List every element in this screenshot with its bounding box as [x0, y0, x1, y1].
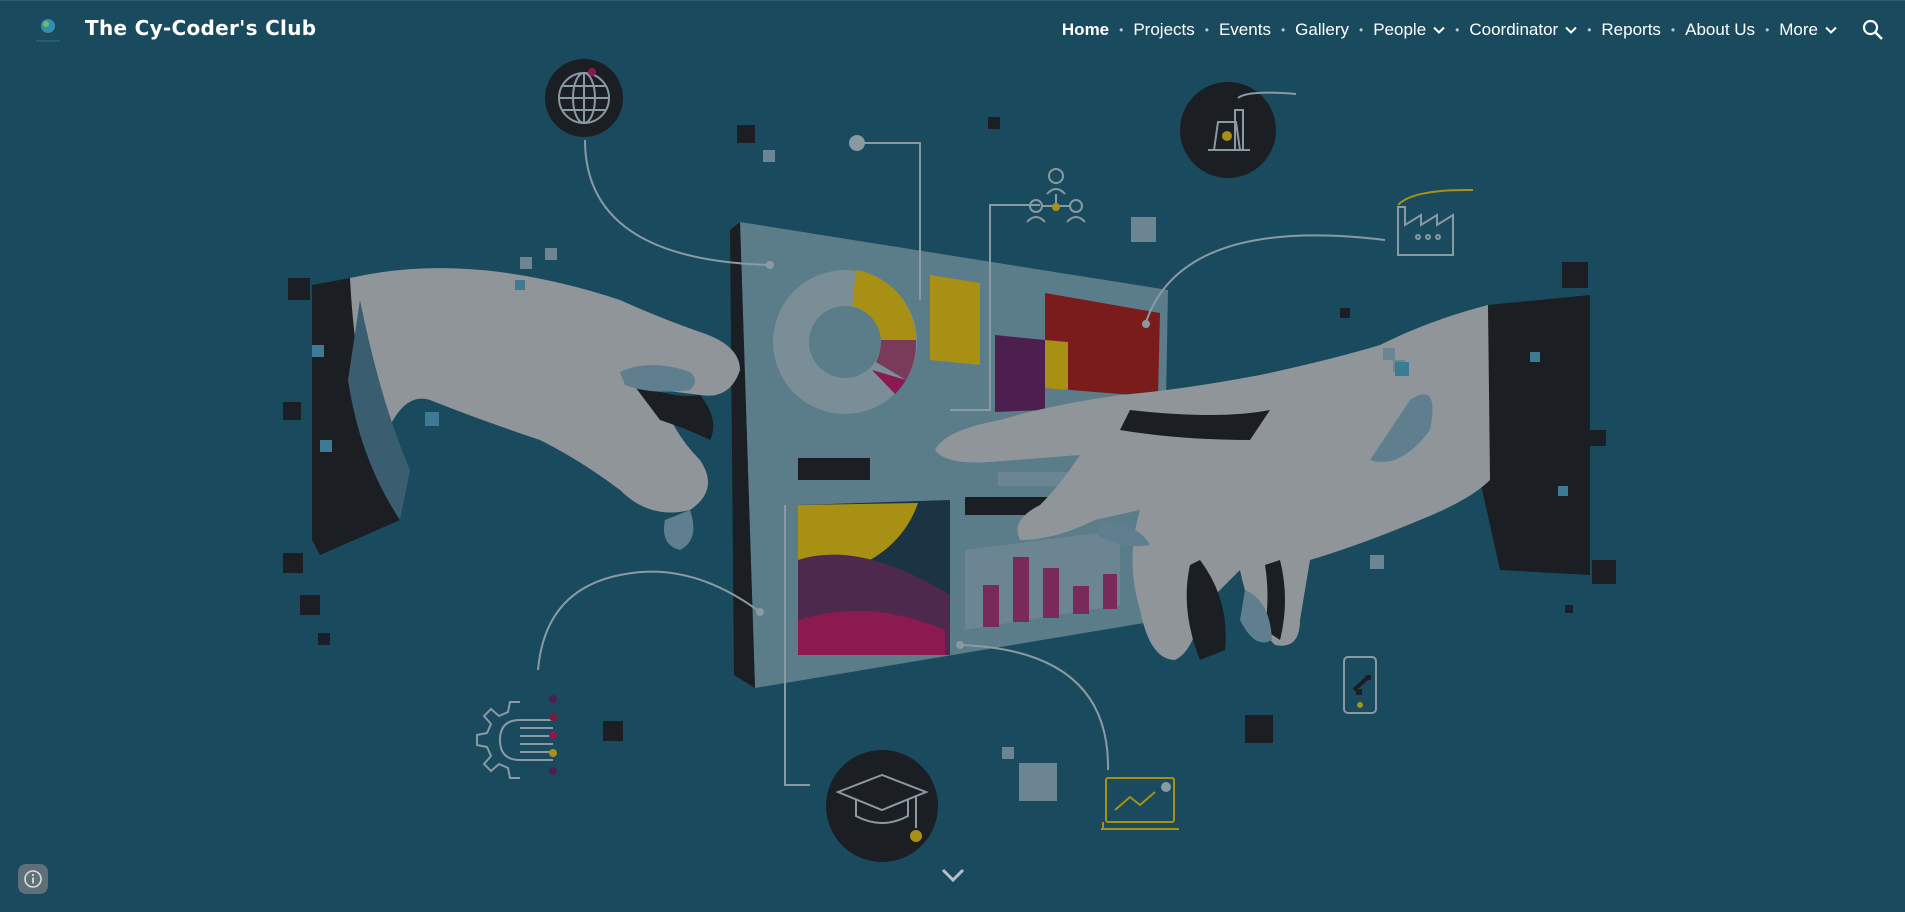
smartphone-icon — [1343, 656, 1377, 714]
org-chart-icon — [1026, 168, 1086, 223]
search-icon[interactable] — [1861, 18, 1885, 42]
club-logo-globe-icon[interactable] — [27, 15, 69, 49]
nav-label: Gallery — [1295, 20, 1350, 39]
nav-separator: • — [1119, 23, 1124, 37]
chevron-down-icon[interactable] — [940, 864, 966, 886]
chevron-down-icon[interactable] — [1565, 24, 1577, 36]
nav-item-gallery[interactable]: Gallery — [1295, 20, 1349, 40]
left-hand — [283, 248, 740, 645]
nav-item-coordinator[interactable]: Coordinator — [1469, 20, 1577, 40]
factory-icon — [1397, 188, 1474, 256]
nav-item-reports[interactable]: Reports — [1601, 20, 1661, 40]
nav-separator: • — [1587, 23, 1592, 37]
hero-illustration — [283, 117, 1616, 801]
laptop-chart-icon — [1101, 777, 1179, 830]
nav-separator: • — [1280, 23, 1286, 37]
nav-separator: • — [1204, 23, 1209, 37]
nav-separator: • — [1455, 23, 1460, 37]
nav-item-home[interactable]: Home — [1062, 20, 1109, 40]
nav-label: Reports — [1601, 20, 1661, 39]
nav-label: More — [1779, 20, 1818, 39]
nav-label: Home — [1061, 20, 1110, 39]
page: The Cy-Coder's Club Home • Projects • Ev… — [0, 0, 1905, 912]
nav-item-about-us[interactable]: About Us — [1685, 20, 1755, 40]
site-title[interactable]: The Cy-Coder's Club — [85, 16, 316, 40]
nav-item-projects[interactable]: Projects — [1133, 20, 1194, 40]
nav-item-events[interactable]: Events — [1219, 20, 1271, 40]
info-icon — [24, 870, 42, 888]
main-nav: Home • Projects • Events • Gallery • Peo… — [1062, 19, 1837, 41]
nav-item-more[interactable]: More — [1779, 20, 1837, 40]
nav-label: Events — [1218, 20, 1271, 39]
nav-item-people[interactable]: People — [1373, 20, 1445, 40]
nav-separator: • — [1765, 23, 1770, 37]
nav-label: Coordinator — [1469, 20, 1559, 39]
site-header: The Cy-Coder's Club Home • Projects • Ev… — [0, 0, 1905, 59]
nav-separator: • — [1670, 23, 1676, 37]
nav-separator: • — [1359, 23, 1364, 37]
nav-label: People — [1373, 20, 1427, 39]
nav-label: About Us — [1685, 20, 1756, 39]
globe-icon — [545, 59, 623, 137]
chevron-down-icon[interactable] — [1433, 24, 1445, 36]
nav-label: Projects — [1133, 20, 1195, 39]
gear-circuit-icon — [476, 695, 557, 779]
nuclear-plant-icon — [1180, 82, 1297, 178]
info-button[interactable] — [18, 864, 48, 894]
chevron-down-icon[interactable] — [1825, 24, 1837, 36]
graduation-cap-icon — [826, 750, 938, 862]
